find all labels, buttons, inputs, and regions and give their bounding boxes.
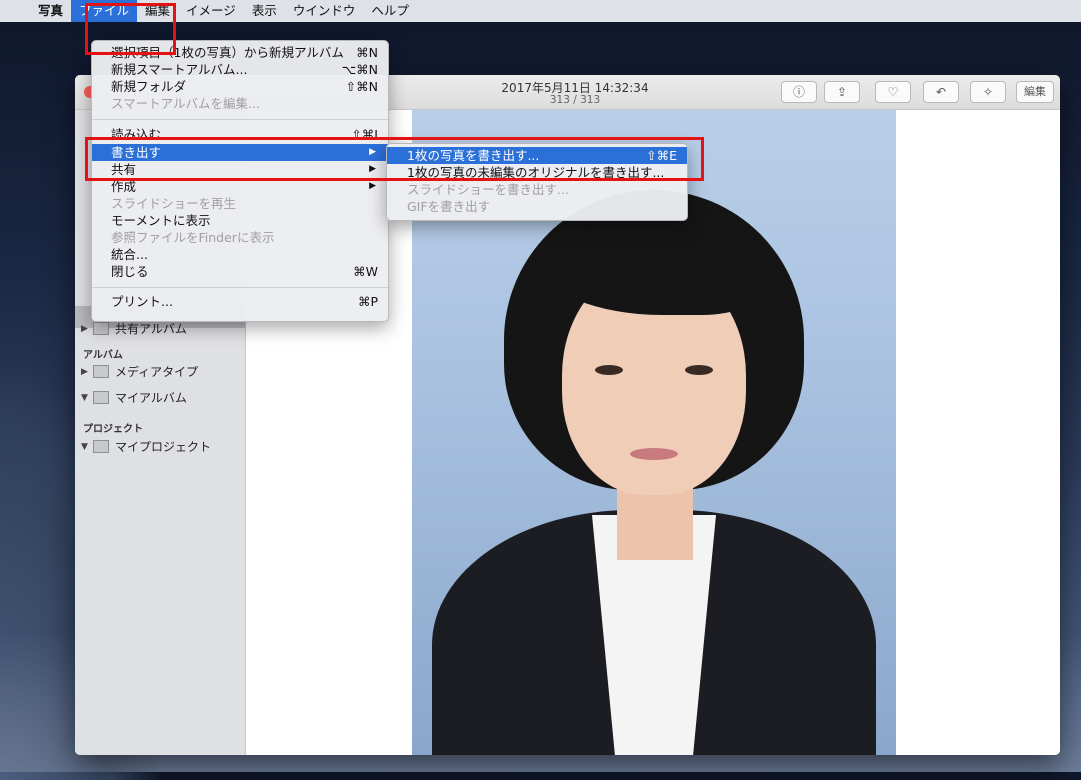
menu-item-export-photo[interactable]: 1枚の写真を書き出す... ⇧⌘E <box>387 147 687 164</box>
submenu-arrow-icon: ▶ <box>369 181 376 191</box>
sidebar-item-label: メディアタイプ <box>115 365 199 379</box>
disclosure-right-icon[interactable]: ▶ <box>81 324 91 334</box>
menu-item-close[interactable]: 閉じる ⌘W <box>92 263 388 280</box>
sidebar-section-albums: アルバム <box>83 350 123 361</box>
magic-wand-icon[interactable]: ✧ <box>970 81 1006 103</box>
menu-image[interactable]: イメージ <box>178 0 244 22</box>
share-icon[interactable]: ⇪ <box>824 81 860 103</box>
photo-eye-left <box>595 365 623 375</box>
sidebar-item-label: マイアルバム <box>115 391 187 405</box>
folder-icon <box>93 440 109 453</box>
sidebar-section-projects: プロジェクト <box>83 424 143 435</box>
disclosure-down-icon[interactable]: ▼ <box>81 393 91 403</box>
menu-separator <box>92 287 388 288</box>
heart-icon[interactable]: ♡ <box>875 81 911 103</box>
folder-icon <box>93 322 109 335</box>
sidebar-item-label: 共有アルバム <box>115 322 187 336</box>
submenu-arrow-icon: ▶ <box>369 147 376 157</box>
info-icon[interactable]: ⓘ <box>781 81 817 103</box>
file-menu: 選択項目（1枚の写真）から新規アルバム ⌘N 新規スマートアルバム... ⌥⌘N… <box>91 40 389 322</box>
photo-lips <box>630 448 678 460</box>
menu-item-play-slideshow[interactable]: スライドショーを再生 <box>92 195 388 212</box>
menu-view[interactable]: 表示 <box>244 0 285 22</box>
menu-help[interactable]: ヘルプ <box>363 0 417 22</box>
edit-button[interactable]: 編集 <box>1016 81 1054 103</box>
menu-item-new-folder[interactable]: 新規フォルダ ⇧⌘N <box>92 78 388 95</box>
menu-item-export[interactable]: 書き出す ▶ <box>92 144 388 161</box>
submenu-arrow-icon: ▶ <box>369 164 376 174</box>
menu-item-export-gif[interactable]: GIFを書き出す <box>387 198 687 215</box>
menu-window[interactable]: ウインドウ <box>285 0 364 22</box>
menu-item-export-unmodified-original[interactable]: 1枚の写真の未編集のオリジナルを書き出す... <box>387 164 687 181</box>
menu-edit[interactable]: 編集 <box>137 0 178 22</box>
folder-icon <box>93 365 109 378</box>
sidebar-item-my-albums[interactable]: ▼ マイアルバム <box>81 389 187 406</box>
sidebar-item-media-types[interactable]: ▶ メディアタイプ <box>81 363 198 380</box>
menu-item-edit-smart-album[interactable]: スマートアルバムを編集... <box>92 95 388 112</box>
menu-item-export-slideshow[interactable]: スライドショーを書き出す... <box>387 181 687 198</box>
sidebar-item-label: マイプロジェクト <box>115 440 212 454</box>
disclosure-right-icon[interactable]: ▶ <box>81 367 91 377</box>
menu-separator <box>92 119 388 120</box>
apple-icon[interactable] <box>0 0 30 22</box>
menu-item-new-album-from-selection[interactable]: 選択項目（1枚の写真）から新規アルバム ⌘N <box>92 44 388 61</box>
menu-item-create[interactable]: 作成 ▶ <box>92 178 388 195</box>
menu-bar: 写真 ファイル 編集 イメージ 表示 ウインドウ ヘルプ <box>0 0 1081 22</box>
menu-item-share[interactable]: 共有 ▶ <box>92 161 388 178</box>
photo-eye-right <box>685 365 713 375</box>
folder-icon <box>93 391 109 404</box>
menu-item-show-in-moment[interactable]: モーメントに表示 <box>92 212 388 229</box>
menu-item-show-referenced-in-finder[interactable]: 参照ファイルをFinderに表示 <box>92 229 388 246</box>
rotate-icon[interactable]: ↶ <box>923 81 959 103</box>
disclosure-down-icon[interactable]: ▼ <box>81 442 91 452</box>
sidebar-item-shared-albums[interactable]: ▶ 共有アルバム <box>81 320 187 337</box>
menu-file[interactable]: ファイル <box>71 0 138 22</box>
menu-item-print[interactable]: プリント... ⌘P <box>92 293 388 310</box>
photo-counter: 313 / 313 <box>549 94 601 106</box>
menu-item-consolidate[interactable]: 統合... <box>92 246 388 263</box>
menu-item-import[interactable]: 読み込む... ⇧⌘I <box>92 126 388 143</box>
export-submenu: 1枚の写真を書き出す... ⇧⌘E 1枚の写真の未編集のオリジナルを書き出す..… <box>386 143 688 221</box>
menu-item-new-smart-album[interactable]: 新規スマートアルバム... ⌥⌘N <box>92 61 388 78</box>
menu-app-photos[interactable]: 写真 <box>30 0 71 22</box>
sidebar-item-my-projects[interactable]: ▼ マイプロジェクト <box>81 438 211 455</box>
